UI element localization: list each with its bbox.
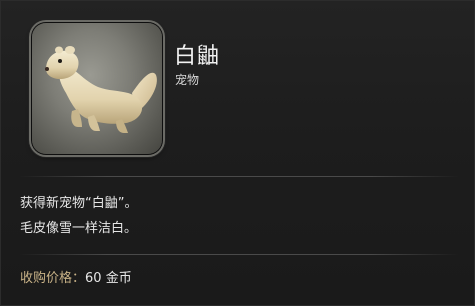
sell-price: 收购价格：60 金币 (20, 267, 132, 286)
description-line-1: 获得新宠物“白鼬”。 (20, 196, 138, 211)
description-line-2: 毛皮像雪一样洁白。 (20, 221, 138, 236)
sell-price-value: 60 金币 (85, 271, 132, 286)
item-tooltip: 白鼬 宠物 获得新宠物“白鼬”。 毛皮像雪一样洁白。 收购价格：60 金币 (0, 0, 475, 306)
divider (19, 254, 459, 255)
ferret-icon (45, 46, 157, 133)
item-category: 宠物 (175, 73, 200, 87)
divider (19, 176, 459, 177)
item-icon-frame (32, 23, 162, 154)
sell-price-label: 收购价格： (20, 271, 86, 286)
item-name: 白鼬 (174, 44, 221, 69)
